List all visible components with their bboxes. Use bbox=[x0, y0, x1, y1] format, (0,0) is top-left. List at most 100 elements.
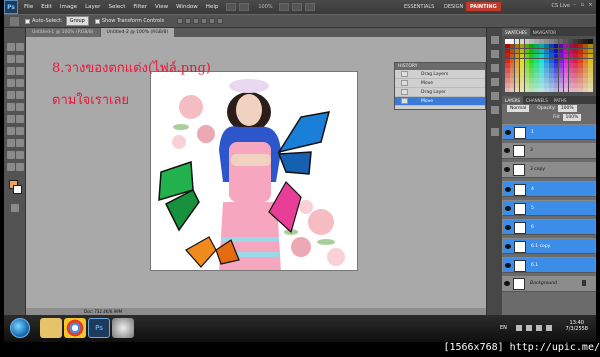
swatch[interactable] bbox=[524, 48, 530, 54]
menu-edit[interactable]: Edit bbox=[41, 4, 52, 10]
swatch[interactable] bbox=[539, 43, 544, 49]
swatch[interactable] bbox=[549, 83, 554, 88]
swatch[interactable] bbox=[514, 83, 520, 88]
layer-row[interactable]: 6 bbox=[502, 219, 596, 235]
quick-mask-icon[interactable] bbox=[11, 204, 19, 212]
swatch[interactable] bbox=[558, 39, 564, 44]
swatch[interactable] bbox=[539, 58, 544, 64]
visibility-eye-icon[interactable] bbox=[505, 244, 511, 249]
menu-layer[interactable]: Layer bbox=[85, 4, 100, 10]
lasso-tool[interactable] bbox=[7, 55, 15, 63]
volume-icon[interactable] bbox=[546, 325, 552, 331]
swatch[interactable] bbox=[578, 73, 583, 78]
swatch[interactable] bbox=[539, 39, 544, 44]
actions-panel-icon[interactable] bbox=[491, 50, 499, 58]
swatch[interactable] bbox=[583, 63, 588, 68]
swatch[interactable] bbox=[505, 83, 510, 88]
swatch[interactable] bbox=[514, 58, 520, 64]
history-brush-tool[interactable] bbox=[16, 91, 24, 99]
layer-row[interactable]: 4 bbox=[502, 181, 596, 197]
document-canvas[interactable] bbox=[150, 71, 358, 271]
swatch[interactable] bbox=[568, 87, 574, 93]
swatch[interactable] bbox=[509, 43, 515, 49]
swatch[interactable] bbox=[544, 78, 549, 83]
swatch[interactable] bbox=[578, 53, 583, 59]
swatch[interactable] bbox=[534, 87, 539, 93]
type-tool[interactable] bbox=[16, 127, 24, 135]
mini-bridge-icon[interactable] bbox=[239, 3, 250, 11]
history-panel-icon[interactable] bbox=[491, 36, 499, 44]
swatch[interactable] bbox=[519, 78, 525, 83]
swatch[interactable] bbox=[553, 53, 559, 59]
swatch[interactable] bbox=[529, 48, 534, 54]
swatch[interactable] bbox=[588, 63, 593, 68]
gradient-tool[interactable] bbox=[16, 103, 24, 111]
workspace-design[interactable]: DESIGN bbox=[440, 2, 467, 11]
swatch[interactable] bbox=[509, 58, 515, 64]
eraser-tool[interactable] bbox=[7, 103, 15, 111]
swatch[interactable] bbox=[529, 68, 534, 73]
swatch[interactable] bbox=[563, 58, 569, 64]
swatch[interactable] bbox=[558, 63, 564, 68]
swatch[interactable] bbox=[505, 58, 510, 64]
swatch[interactable] bbox=[558, 68, 564, 73]
swatch[interactable] bbox=[573, 58, 578, 64]
3d-rotate-tool[interactable] bbox=[7, 151, 15, 159]
swatch[interactable] bbox=[573, 87, 578, 93]
swatch[interactable] bbox=[509, 83, 515, 88]
hand-tool[interactable] bbox=[7, 163, 15, 171]
crop-tool[interactable] bbox=[7, 67, 15, 75]
swatch[interactable] bbox=[524, 58, 530, 64]
tab-untitled-2[interactable]: Untitled-2 @ 100% (RGB/8) bbox=[100, 28, 175, 37]
swatch[interactable] bbox=[588, 78, 593, 83]
layer-row[interactable]: 6.1 copy bbox=[502, 238, 596, 254]
swatch[interactable] bbox=[539, 73, 544, 78]
tray-icon[interactable] bbox=[526, 325, 532, 331]
swatch[interactable] bbox=[509, 63, 515, 68]
swatch[interactable] bbox=[534, 53, 539, 59]
photoshop-taskbar-icon[interactable]: Ps bbox=[88, 318, 110, 338]
swatches-grid[interactable] bbox=[505, 39, 593, 93]
swatch[interactable] bbox=[549, 87, 554, 93]
swatch[interactable] bbox=[588, 83, 593, 88]
swatch[interactable] bbox=[578, 68, 583, 73]
swatch[interactable] bbox=[524, 68, 530, 73]
menu-filter[interactable]: Filter bbox=[133, 4, 147, 10]
blur-tool[interactable] bbox=[7, 115, 15, 123]
layer-row[interactable]: 6.1 bbox=[502, 257, 596, 273]
swatch[interactable] bbox=[568, 78, 574, 83]
swatch[interactable] bbox=[563, 87, 569, 93]
swatch[interactable] bbox=[509, 53, 515, 59]
zoom-level[interactable]: 100% bbox=[258, 4, 272, 10]
align-center-icon[interactable] bbox=[209, 18, 216, 24]
language-indicator[interactable]: EN bbox=[500, 325, 507, 331]
swatch[interactable] bbox=[529, 53, 534, 59]
bridge-icon[interactable] bbox=[226, 3, 237, 11]
swatch[interactable] bbox=[558, 43, 564, 49]
menu-help[interactable]: Help bbox=[206, 4, 219, 10]
swatch[interactable] bbox=[514, 68, 520, 73]
swatch[interactable] bbox=[558, 87, 564, 93]
swatch[interactable] bbox=[544, 87, 549, 93]
path-select-tool[interactable] bbox=[7, 139, 15, 147]
align-top-icon[interactable] bbox=[177, 18, 184, 24]
swatch[interactable] bbox=[563, 48, 569, 54]
swatch[interactable] bbox=[578, 39, 583, 44]
history-item[interactable]: Drag Layer bbox=[395, 88, 485, 97]
swatch[interactable] bbox=[544, 83, 549, 88]
layer-row[interactable]: 5 bbox=[502, 200, 596, 216]
swatch[interactable] bbox=[558, 58, 564, 64]
swatch[interactable] bbox=[578, 63, 583, 68]
swatch[interactable] bbox=[505, 63, 510, 68]
app-taskbar-icon[interactable] bbox=[112, 318, 134, 338]
swatch[interactable] bbox=[573, 43, 578, 49]
swatch[interactable] bbox=[573, 68, 578, 73]
swatch[interactable] bbox=[529, 43, 534, 49]
swatch[interactable] bbox=[519, 73, 525, 78]
swatch[interactable] bbox=[588, 43, 593, 49]
swatch[interactable] bbox=[553, 78, 559, 83]
workspace-essentials[interactable]: ESSENTIALS bbox=[400, 2, 438, 11]
swatch[interactable] bbox=[544, 58, 549, 64]
visibility-eye-icon[interactable] bbox=[505, 206, 511, 211]
swatch[interactable] bbox=[583, 39, 588, 44]
